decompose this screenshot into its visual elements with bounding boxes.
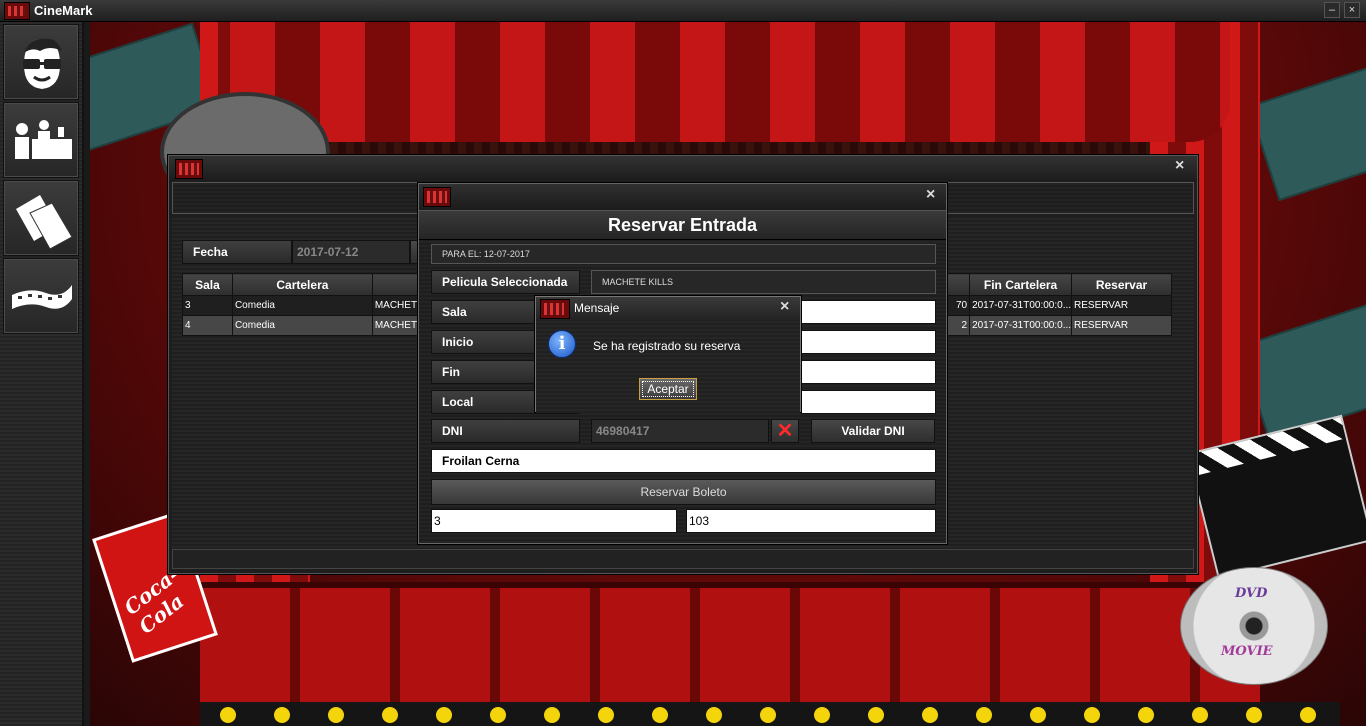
film-strip-icon (12, 285, 72, 309)
close-button[interactable]: × (1344, 2, 1360, 18)
column-header-cartelera[interactable]: Cartelera (231, 273, 373, 296)
info-icon: i (548, 330, 576, 358)
app-title: CineMark (34, 3, 93, 18)
column-header-fin-cartelera[interactable]: Fin Cartelera (969, 273, 1073, 296)
fecha-label: Fecha (182, 240, 292, 264)
window-logo-icon (175, 159, 203, 179)
inicio-field[interactable] (801, 330, 936, 354)
reserva-id-field[interactable]: 103 (686, 509, 936, 533)
fin-field[interactable] (801, 360, 936, 384)
mensaje-dialog-body: i Se ha registrado su reserva Aceptar (536, 321, 800, 413)
para-el-info: PARA EL: 12-07-2017 (431, 244, 936, 264)
dni-label: DNI (431, 419, 580, 443)
cell-sala: 4 (182, 315, 233, 336)
light-bulb (1084, 707, 1100, 723)
validar-dni-button[interactable]: Validar DNI (811, 419, 935, 443)
column-header-reservar[interactable]: Reservar (1071, 273, 1172, 296)
mensaje-dialog-header: Mensaje × (536, 297, 800, 321)
cartelera-footer (172, 549, 1194, 569)
app-logo-icon (4, 2, 30, 20)
light-bulb (652, 707, 668, 723)
cell-titulo: MACHETE (374, 320, 424, 331)
light-bulb (814, 707, 830, 723)
aceptar-button[interactable]: Aceptar (639, 378, 697, 400)
tickets-icon (16, 195, 73, 250)
app-titlebar: CineMark – × (0, 0, 1366, 22)
sidebar-item-cliente[interactable] (3, 24, 79, 100)
cell-reservar-link[interactable]: RESERVAR (1071, 315, 1172, 336)
light-bulb (436, 707, 452, 723)
window-controls: – × (1324, 2, 1360, 18)
mensaje-dialog-title: Mensaje (574, 301, 620, 315)
light-bulb (1030, 707, 1046, 723)
light-bulb (1138, 707, 1154, 723)
fecha-field[interactable]: 2017-07-12 (292, 240, 410, 264)
light-bulb (1246, 707, 1262, 723)
cell-inicio-tail: 70 (955, 300, 968, 311)
minimize-button[interactable]: – (1324, 2, 1340, 18)
light-bulb (1192, 707, 1208, 723)
light-bulb (598, 707, 614, 723)
light-bulb (382, 707, 398, 723)
cell-fin: 2017-07-31T00:00:0... (969, 315, 1073, 336)
dvd-label-bottom: MOVIE (1221, 644, 1273, 659)
dni-field[interactable]: 46980417 (591, 419, 769, 443)
cartelera-window-header: × (169, 156, 1197, 181)
ticket-decoration (1247, 62, 1366, 202)
dvd-disc-decoration: DVD MOVIE (1180, 567, 1328, 685)
sidebar-item-tickets[interactable] (3, 180, 79, 256)
light-bulb (544, 707, 560, 723)
light-bulb (274, 707, 290, 723)
dialog-logo-icon (423, 187, 451, 207)
light-bulb (922, 707, 938, 723)
sidebar-item-film[interactable] (3, 258, 79, 334)
sala-id-field[interactable]: 3 (431, 509, 677, 533)
user-glasses-icon (23, 38, 62, 89)
dvd-label-top: DVD (1235, 586, 1268, 601)
sidebar-item-taquilla[interactable] (3, 102, 79, 178)
cell-cartelera: Comedia (231, 315, 373, 336)
mensaje-dialog: Mensaje × i Se ha registrado su reserva … (535, 296, 801, 413)
cashier-icon (15, 120, 72, 159)
theater-seats (200, 582, 1260, 712)
cell-titulo: MACHETE (374, 300, 424, 311)
reservar-close-button[interactable]: × (926, 186, 935, 204)
light-bulb (868, 707, 884, 723)
pelicula-label: Pelicula Seleccionada (431, 270, 580, 294)
cell-reservar-link[interactable]: RESERVAR (1071, 295, 1172, 316)
light-bulb (760, 707, 776, 723)
cell-inicio-tail: 2 (961, 320, 968, 331)
dialog-logo-icon (540, 299, 570, 319)
reservar-dialog-header: × (419, 184, 946, 210)
mensaje-text: Se ha registrado su reserva (593, 339, 741, 353)
reservar-boleto-button[interactable]: Reservar Boleto (431, 479, 936, 505)
local-field[interactable] (801, 390, 936, 414)
sidebar (0, 22, 84, 726)
reservar-dialog-title: Reservar Entrada (419, 210, 946, 240)
mensaje-close-button[interactable]: × (780, 298, 789, 316)
light-bulb (220, 707, 236, 723)
cell-fin: 2017-07-31T00:00:0... (969, 295, 1073, 316)
light-bulb (1300, 707, 1316, 723)
light-bulb (706, 707, 722, 723)
cell-cartelera: Comedia (231, 295, 373, 316)
cell-sala: 3 (182, 295, 233, 316)
curtain-valance (230, 22, 1230, 142)
cartelera-close-button[interactable]: × (1175, 157, 1184, 175)
light-bulb (328, 707, 344, 723)
clear-dni-button[interactable]: ✕ (771, 419, 799, 443)
nombre-field[interactable]: Froilan Cerna (431, 449, 936, 473)
light-bulb (490, 707, 506, 723)
pelicula-field: MACHETE KILLS (591, 270, 936, 294)
sala-field[interactable] (801, 300, 936, 324)
marquee-lights (200, 702, 1340, 726)
column-header-sala[interactable]: Sala (182, 273, 233, 296)
light-bulb (976, 707, 992, 723)
